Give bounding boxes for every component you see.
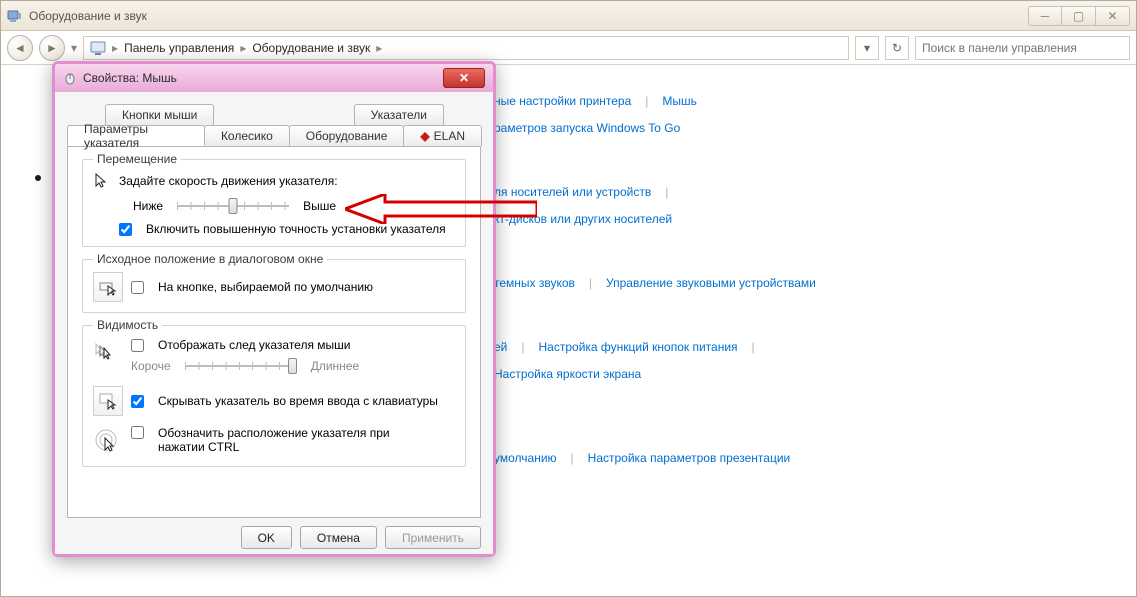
tab-page-pointer-options: Перемещение Задайте скорость движения ук… (67, 146, 481, 518)
group-visibility: Видимость Отображать след указателя мыши… (82, 325, 466, 467)
cancel-button[interactable]: Отмена (300, 526, 377, 549)
snap-illustration-icon (93, 272, 123, 302)
refresh-button[interactable]: ↻ (885, 36, 909, 60)
ctrl-locate-label: Обозначить расположение указателя при на… (158, 426, 438, 454)
trails-checkbox[interactable] (131, 339, 144, 352)
ctrl-locate-checkbox[interactable] (131, 426, 144, 439)
mouse-properties-dialog: Свойства: Мышь ✕ Кнопки мыши Указатели П… (52, 61, 496, 557)
snap-to-label: На кнопке, выбираемой по умолчанию (158, 280, 373, 294)
hardware-sound-icon (7, 8, 23, 24)
chevron-right-icon: ▸ (240, 41, 246, 55)
snap-to-checkbox[interactable] (131, 281, 144, 294)
link-mouse[interactable]: Мышь (662, 89, 697, 113)
trails-short-label: Короче (131, 359, 171, 373)
tab-pointers[interactable]: Указатели (354, 104, 444, 125)
dialog-title: Свойства: Мышь (83, 71, 437, 85)
minimize-button[interactable]: ─ (1028, 6, 1062, 26)
mouse-icon (63, 71, 77, 85)
hide-typing-checkbox[interactable] (131, 395, 144, 408)
trails-length-slider (185, 356, 297, 376)
group-snap: Исходное положение в диалоговом окне На … (82, 259, 466, 313)
chevron-right-icon: ▸ (112, 41, 118, 55)
tab-elan[interactable]: ◆ ELAN (403, 125, 482, 146)
chevron-right-icon: ▸ (376, 41, 382, 55)
link-default[interactable]: умолчанию (494, 446, 557, 470)
tab-wheel[interactable]: Колесико (204, 125, 290, 146)
search-input[interactable] (915, 36, 1130, 60)
link-windows-to-go[interactable]: раметров запуска Windows To Go (494, 116, 680, 140)
hide-typing-label: Скрывать указатель во время ввода с клав… (158, 394, 438, 408)
trails-illustration-icon (93, 338, 123, 368)
pointer-icon (93, 172, 111, 190)
trails-long-label: Длиннее (311, 359, 359, 373)
address-dropdown[interactable]: ▾ (855, 36, 879, 60)
link-brightness[interactable]: Настройка яркости экрана (494, 362, 641, 386)
apply-button[interactable]: Применить (385, 526, 481, 549)
link-power[interactable]: ей (494, 335, 507, 359)
elan-logo-icon: ◆ (420, 129, 429, 143)
window-buttons: ─ ▢ ✕ (1028, 6, 1130, 26)
ok-button[interactable]: OK (241, 526, 292, 549)
link-presentation[interactable]: Настройка параметров презентации (588, 446, 791, 470)
link-power-buttons[interactable]: Настройка функций кнопок питания (539, 335, 738, 359)
dialog-close-button[interactable]: ✕ (443, 68, 485, 88)
dialog-body: Кнопки мыши Указатели Параметры указател… (55, 92, 493, 554)
back-button[interactable]: ◄ (7, 35, 33, 61)
link-sound-devices[interactable]: Управление звуковыми устройствами (606, 271, 816, 295)
explorer-title: Оборудование и звук (29, 9, 1022, 23)
hide-typing-illustration-icon (93, 386, 123, 416)
motion-fast-label: Выше (303, 199, 336, 213)
ctrl-locate-illustration-icon (93, 426, 123, 456)
enhance-precision-checkbox[interactable] (119, 223, 132, 236)
tab-elan-label: ELAN (434, 129, 465, 143)
forward-button[interactable]: ► (39, 35, 65, 61)
explorer-titlebar: Оборудование и звук ─ ▢ ✕ (1, 1, 1136, 31)
tab-row-bottom: Параметры указателя Колесико Оборудовани… (67, 125, 481, 146)
motion-instruction: Задайте скорость движения указателя: (119, 174, 338, 188)
enhance-precision-label: Включить повышенную точность установки у… (146, 222, 446, 236)
trails-label: Отображать след указателя мыши (158, 338, 351, 352)
motion-slow-label: Ниже (133, 199, 163, 213)
history-dropdown-icon[interactable]: ▾ (71, 41, 77, 55)
close-button[interactable]: ✕ (1096, 6, 1130, 26)
breadcrumb-seg-2[interactable]: Оборудование и звук (252, 41, 370, 55)
pointer-speed-slider[interactable] (177, 196, 289, 216)
dialog-titlebar[interactable]: Свойства: Мышь ✕ (55, 64, 493, 92)
link-autoplay-discs[interactable]: кт-дисков или других носителей (494, 207, 672, 231)
breadcrumb[interactable]: ▸ Панель управления ▸ Оборудование и зву… (83, 36, 849, 60)
tab-hardware[interactable]: Оборудование (289, 125, 405, 146)
task-links: ные настройки принтера | Мышь раметров з… (494, 86, 1108, 473)
group-visibility-title: Видимость (93, 318, 162, 332)
link-printer-settings[interactable]: ные настройки принтера (494, 89, 631, 113)
link-system-sounds[interactable]: темных звуков (494, 271, 575, 295)
group-motion-title: Перемещение (93, 152, 181, 166)
tab-pointer-options[interactable]: Параметры указателя (67, 125, 205, 146)
control-panel-icon (90, 40, 106, 56)
link-autoplay-media[interactable]: ля носителей или устройств (494, 180, 651, 204)
group-snap-title: Исходное положение в диалоговом окне (93, 252, 327, 266)
breadcrumb-seg-1[interactable]: Панель управления (124, 41, 234, 55)
group-motion: Перемещение Задайте скорость движения ук… (82, 159, 466, 247)
maximize-button[interactable]: ▢ (1062, 6, 1096, 26)
dialog-buttons: OK Отмена Применить (67, 526, 481, 549)
explorer-navbar: ◄ ► ▾ ▸ Панель управления ▸ Оборудование… (1, 31, 1136, 65)
